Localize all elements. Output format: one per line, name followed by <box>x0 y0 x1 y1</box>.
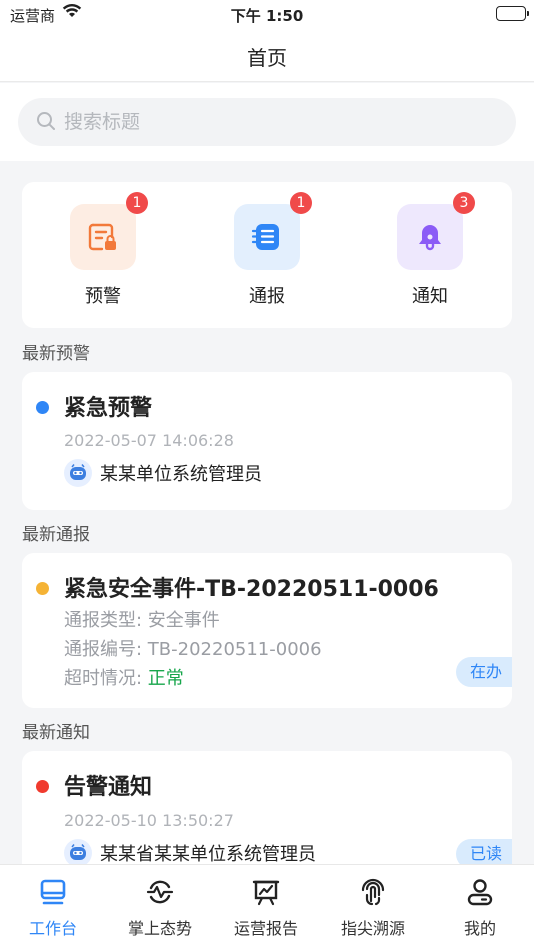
user-icon <box>427 875 533 909</box>
notice-user: 某某省某某单位系统管理员 <box>64 839 316 867</box>
situation-icon <box>107 875 213 909</box>
tab-trace[interactable]: 指尖溯源 <box>320 875 426 939</box>
status-dot <box>36 780 49 793</box>
quick-action-alert[interactable]: 1 预警 <box>53 192 153 308</box>
report-number: 通报编号: TB-20220511-0006 <box>64 635 322 661</box>
tab-workbench[interactable]: 工作台 <box>0 875 106 939</box>
quick-action-label: 通报 <box>249 286 285 307</box>
clock: 下午 1:50 <box>230 7 304 25</box>
quick-action-notice[interactable]: 3 通知 <box>380 192 480 308</box>
report-number-value: TB-20220511-0006 <box>147 639 322 660</box>
avatar-robot-icon <box>64 459 92 487</box>
report-type-value: 安全事件 <box>147 610 220 631</box>
tab-mine[interactable]: 我的 <box>427 875 533 939</box>
tab-bar: 工作台 掌上态势 运营报告 指尖溯源 我的 <box>0 864 534 950</box>
alert-title: 紧急预警 <box>64 396 153 421</box>
tab-label: 工作台 <box>28 919 77 938</box>
report-card[interactable]: 紧急安全事件-TB-20220511-0006 通报类型: 安全事件 通报编号:… <box>22 553 512 708</box>
user-name: 某某省某某单位系统管理员 <box>100 844 316 865</box>
search-input[interactable] <box>64 98 494 146</box>
section-header-notice: 最新通知 <box>22 723 90 743</box>
status-dot <box>36 582 49 595</box>
search-box[interactable] <box>18 98 516 146</box>
status-dot <box>36 401 49 414</box>
tab-label: 掌上态势 <box>127 919 192 938</box>
workbench-icon <box>0 875 106 909</box>
alert-user: 某某单位系统管理员 <box>64 459 262 487</box>
battery-icon <box>496 6 529 21</box>
user-name: 某某单位系统管理员 <box>100 464 262 485</box>
notice-count-badge: 3 <box>453 192 475 214</box>
report-count-badge: 1 <box>290 192 312 214</box>
section-header-alert: 最新预警 <box>22 344 90 364</box>
report-timeout-label: 超时情况: <box>64 668 148 689</box>
report-timeout: 超时情况: 正常 <box>64 664 184 690</box>
tab-report[interactable]: 运营报告 <box>213 875 319 939</box>
quick-action-label: 通知 <box>412 286 448 307</box>
bell-icon: 3 <box>397 192 475 270</box>
search-icon <box>36 111 56 135</box>
fingerprint-icon <box>320 875 426 909</box>
section-header-report: 最新通报 <box>22 525 90 545</box>
status-badge: 在办 <box>455 657 512 687</box>
alert-time: 2022-05-07 14:06:28 <box>64 431 234 450</box>
report-chart-icon <box>213 875 319 909</box>
report-number-label: 通报编号: <box>64 639 148 660</box>
alert-card[interactable]: 紧急预警 2022-05-07 14:06:28 某某单位系统管理员 <box>22 372 512 510</box>
tab-situation[interactable]: 掌上态势 <box>107 875 213 939</box>
report-title: 紧急安全事件-TB-20220511-0006 <box>64 577 439 602</box>
page-title: 首页 <box>247 46 287 70</box>
nav-bar: 首页 <box>0 30 534 82</box>
alert-count-badge: 1 <box>126 192 148 214</box>
tab-label: 我的 <box>463 919 496 938</box>
tab-label: 指尖溯源 <box>340 919 405 938</box>
quick-action-label: 预警 <box>85 286 121 307</box>
quick-action-report[interactable]: 1 通报 <box>217 192 317 308</box>
report-timeout-value: 正常 <box>147 668 184 689</box>
report-list-icon: 1 <box>234 192 312 270</box>
report-type: 通报类型: 安全事件 <box>64 606 220 632</box>
notice-time: 2022-05-10 13:50:27 <box>64 811 234 830</box>
quick-actions-card: 1 预警 1 通报 3 通知 <box>22 182 512 328</box>
report-type-label: 通报类型: <box>64 610 148 631</box>
avatar-robot-icon <box>64 839 92 867</box>
status-bar: 运营商 下午 1:50 <box>0 0 534 30</box>
notice-title: 告警通知 <box>64 775 153 800</box>
alert-doc-icon: 1 <box>70 192 148 270</box>
search-area <box>0 83 534 161</box>
tab-label: 运营报告 <box>233 919 298 938</box>
